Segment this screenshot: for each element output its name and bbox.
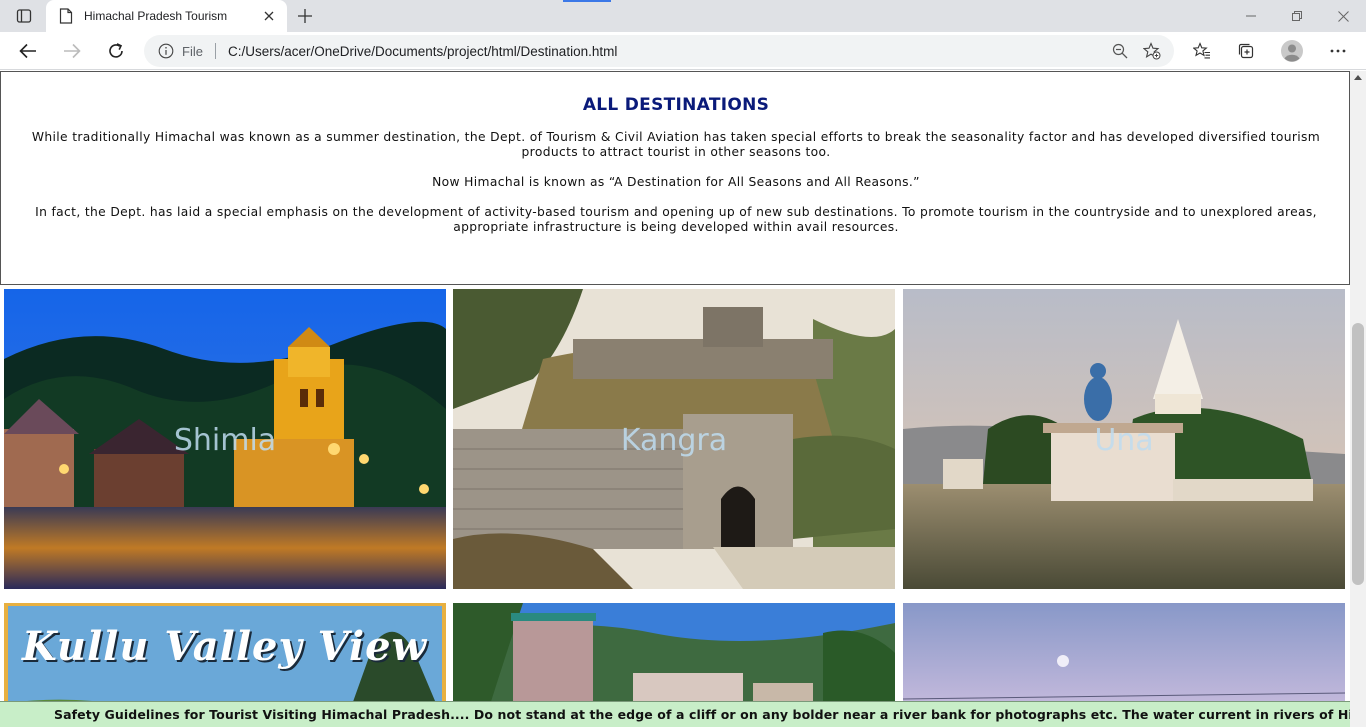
intro-paragraph-2: Now Himachal is known as “A Destination … bbox=[432, 175, 920, 189]
destination-label: Una bbox=[1094, 423, 1154, 458]
star-add-icon[interactable] bbox=[1136, 37, 1168, 65]
plus-icon[interactable] bbox=[292, 4, 318, 28]
scroll-thumb[interactable] bbox=[1352, 323, 1364, 585]
sidebar-toggle-icon[interactable] bbox=[8, 4, 40, 28]
tab-title: Himachal Pradesh Tourism bbox=[84, 9, 228, 23]
page-icon bbox=[58, 8, 74, 24]
more-icon[interactable] bbox=[1322, 35, 1354, 67]
intro-paragraph-3: In fact, the Dept. has laid a special em… bbox=[35, 205, 1317, 234]
intro-paragraph-1: While traditionally Himachal was known a… bbox=[31, 130, 1321, 159]
url-separator bbox=[214, 43, 216, 59]
collections-icon[interactable] bbox=[1230, 35, 1262, 67]
tab-indicator bbox=[563, 0, 611, 2]
restore-button[interactable] bbox=[1274, 0, 1320, 32]
tab-bar: Himachal Pradesh Tourism bbox=[0, 0, 1366, 32]
url-text[interactable]: C:/Users/acer/OneDrive/Documents/project… bbox=[228, 44, 1104, 59]
url-scheme: File bbox=[182, 43, 203, 59]
back-arrow-icon[interactable] bbox=[12, 35, 44, 67]
minimize-button[interactable] bbox=[1228, 0, 1274, 32]
destination-card-kangra[interactable]: Kangra bbox=[453, 289, 895, 589]
page-viewport: ALL DESTINATIONS While traditionally Him… bbox=[0, 71, 1350, 727]
zoom-out-icon[interactable] bbox=[1104, 37, 1136, 65]
page-scrollbar[interactable] bbox=[1350, 71, 1366, 727]
safety-marquee: Safety Guidelines for Tourist Visiting H… bbox=[0, 701, 1350, 727]
refresh-icon[interactable] bbox=[100, 35, 132, 67]
active-tab[interactable]: Himachal Pradesh Tourism bbox=[46, 0, 287, 32]
info-icon[interactable] bbox=[158, 43, 174, 59]
scroll-up-icon[interactable] bbox=[1354, 75, 1362, 80]
favorites-icon[interactable] bbox=[1186, 35, 1218, 67]
address-bar[interactable]: File C:/Users/acer/OneDrive/Documents/pr… bbox=[144, 35, 1174, 67]
browser-toolbar: File C:/Users/acer/OneDrive/Documents/pr… bbox=[0, 32, 1366, 70]
page-title: ALL DESTINATIONS bbox=[582, 95, 770, 115]
close-icon[interactable] bbox=[257, 4, 281, 28]
window-close-button[interactable] bbox=[1320, 0, 1366, 32]
intro-section: ALL DESTINATIONS While traditionally Him… bbox=[0, 71, 1350, 285]
profile-icon[interactable] bbox=[1276, 35, 1308, 67]
destination-card-shimla[interactable]: Shimla bbox=[4, 289, 446, 589]
marquee-text: Safety Guidelines for Tourist Visiting H… bbox=[54, 707, 1350, 722]
forward-arrow-icon[interactable] bbox=[56, 35, 88, 67]
destination-card-una[interactable]: Una bbox=[903, 289, 1345, 589]
destination-label: Shimla bbox=[173, 423, 277, 458]
kullu-banner-text: Kullu Valley View bbox=[22, 623, 428, 670]
destination-label: Kangra bbox=[620, 423, 728, 458]
